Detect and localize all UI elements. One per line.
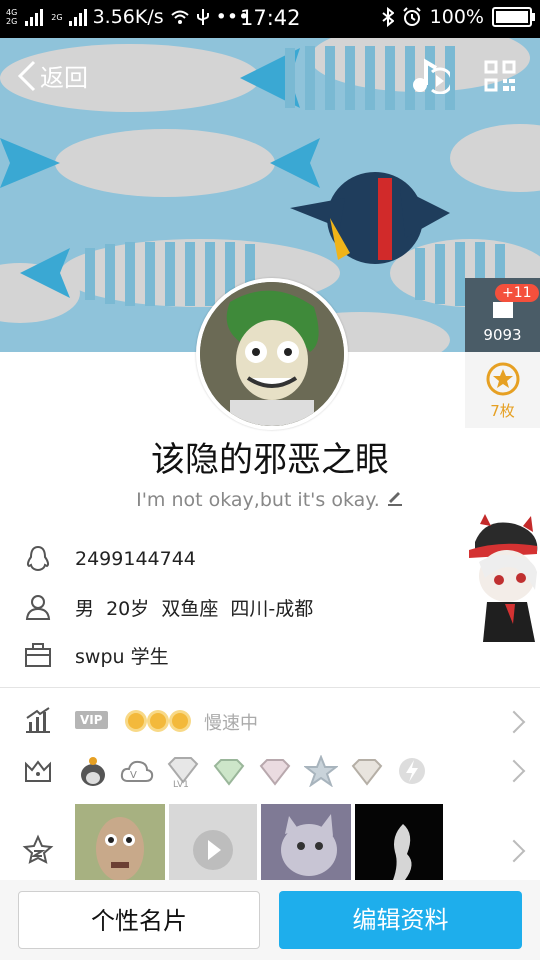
sun-icon: [128, 713, 144, 729]
back-label: 返回: [40, 64, 88, 92]
growth-chart-icon: [26, 707, 50, 733]
dark-photo: [355, 804, 443, 882]
divider: [0, 687, 540, 688]
status-right: 100%: [382, 6, 535, 28]
floating-character-icon[interactable]: [465, 512, 540, 642]
edit-profile-button[interactable]: 编辑资料: [279, 891, 522, 949]
bluetooth-icon: [382, 7, 394, 27]
wifi-icon: [171, 10, 189, 24]
network-4g-label: 4G: [6, 8, 18, 17]
personal-info: 男 20岁 双鱼座 四川-成都: [75, 597, 314, 620]
sun-level-icons: [128, 713, 194, 733]
network-type: 4G 2G: [6, 8, 17, 26]
music-icon[interactable]: [410, 58, 450, 94]
clock: 17:42: [240, 6, 301, 30]
star-outline-icon: [22, 834, 54, 864]
video-thumbnail[interactable]: [169, 804, 257, 882]
likes-tab[interactable]: +11 9093: [465, 278, 540, 352]
photo-thumbnail[interactable]: [355, 804, 443, 882]
qr-code-icon[interactable]: [484, 60, 516, 92]
network-label: 2G: [51, 12, 63, 22]
vip-badge: VIP: [75, 711, 108, 729]
crown-icon: [25, 760, 51, 782]
status-left: 4G 2G 2G 3.56K/s •••: [6, 6, 249, 28]
edit-pencil-icon[interactable]: [386, 488, 404, 506]
photo-thumbnail[interactable]: [261, 804, 351, 882]
pink-diamond-icon: [259, 759, 291, 786]
svg-text:V: V: [130, 770, 137, 781]
medal-icon: [486, 362, 519, 396]
vip-status: 慢速中: [204, 713, 258, 734]
cat-photo: [261, 804, 351, 882]
star-badge-icon: [304, 755, 338, 787]
lightning-badge-icon: [399, 758, 425, 784]
profile-card-button[interactable]: 个性名片: [18, 891, 260, 949]
avatar[interactable]: [196, 278, 348, 430]
back-arrow-icon: [17, 60, 36, 91]
diamond-lv1-icon: LV1: [167, 757, 199, 788]
silver-diamond-icon: [351, 759, 383, 786]
level-text: LV1: [173, 780, 189, 788]
briefcase-icon: [25, 643, 51, 667]
signal-icon: [25, 8, 44, 26]
qq-number: 2499144744: [75, 548, 196, 570]
green-diamond-icon: [213, 759, 245, 786]
likes-count: 9093: [483, 326, 522, 344]
avatar-illustration: [200, 282, 344, 426]
signature-row[interactable]: I'm not okay,but it's okay.: [0, 488, 540, 511]
status-bar: 4G 2G 2G 3.56K/s ••• 17:42 100%: [0, 0, 540, 38]
person-icon: [25, 595, 51, 620]
profile-name: 该隐的邪恶之眼: [151, 440, 389, 480]
back-button[interactable]: 返回: [16, 58, 88, 93]
network-2g-label: 2G: [6, 17, 18, 26]
signal-icon-2: [68, 8, 87, 26]
battery-percent: 100%: [429, 6, 484, 28]
usb-icon: [196, 9, 209, 25]
alarm-icon: [402, 7, 421, 26]
network-speed: 3.56K/s: [92, 6, 164, 28]
personal-info-row: 男 20岁 双鱼座 四川-成都: [22, 591, 313, 623]
occupation: swpu 学生: [75, 645, 169, 668]
occupation-row: swpu 学生: [22, 639, 169, 671]
penguin-icon: [26, 545, 50, 572]
photo-thumbnail[interactable]: [75, 804, 165, 882]
medal-count: 7枚: [490, 402, 515, 420]
signature-text: I'm not okay,but it's okay.: [136, 489, 380, 511]
sun-icon: [172, 713, 188, 729]
cloud-vip-icon: V: [120, 760, 154, 782]
face-photo: [75, 804, 165, 882]
battery-icon: [492, 7, 535, 27]
play-icon: [193, 830, 233, 870]
badge-icons: V LV1: [78, 754, 428, 788]
qq-number-row: 2499144744: [22, 543, 196, 575]
qq-penguin-badge-icon: [81, 757, 105, 786]
likes-badge: +11: [495, 284, 539, 302]
medal-tab[interactable]: 7枚: [465, 352, 540, 428]
sun-icon: [150, 713, 166, 729]
